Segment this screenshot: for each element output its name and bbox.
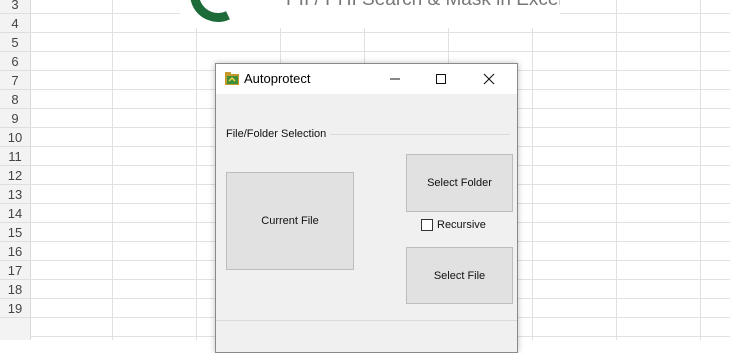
grid-line	[616, 0, 617, 340]
row-header[interactable]: 16	[0, 242, 30, 261]
row-header[interactable]: 5	[0, 33, 30, 52]
row-header[interactable]: 3	[0, 0, 30, 14]
row-header[interactable]: 9	[0, 109, 30, 128]
grid-line	[196, 0, 197, 340]
group-label-file-folder: File/Folder Selection	[226, 128, 327, 140]
row-header[interactable]: 11	[0, 147, 30, 166]
select-folder-button[interactable]: Select Folder	[406, 154, 513, 212]
row-header[interactable]: 10	[0, 128, 30, 147]
current-file-button[interactable]: Current File	[226, 172, 354, 270]
dialog-bottom-divider	[216, 320, 517, 321]
row-header[interactable]: 6	[0, 52, 30, 71]
recursive-label[interactable]: Recursive	[437, 219, 486, 231]
select-file-button[interactable]: Select File	[406, 247, 513, 304]
row-header[interactable]: 14	[0, 204, 30, 223]
grid-line	[532, 0, 533, 340]
row-header[interactable]: 4	[0, 14, 30, 33]
row-header[interactable]: 8	[0, 90, 30, 109]
row-header[interactable]: 19	[0, 299, 30, 318]
group-divider	[330, 134, 510, 135]
row-header[interactable]: 17	[0, 261, 30, 280]
addin-banner: PII / PHI Search & Mask in Excel	[180, 0, 560, 28]
close-icon	[483, 73, 495, 85]
grid-line	[30, 51, 730, 52]
maximize-icon	[436, 74, 446, 84]
autoprotect-app-icon	[225, 72, 239, 85]
row-header[interactable]: 12	[0, 166, 30, 185]
banner-title: PII / PHI Search & Mask in Excel	[286, 0, 560, 11]
row-header[interactable]: 13	[0, 185, 30, 204]
grid-line	[30, 32, 730, 33]
minimize-button[interactable]	[372, 64, 418, 94]
addin-logo-icon	[182, 0, 254, 28]
row-header[interactable]: 15	[0, 223, 30, 242]
row-header[interactable]: 7	[0, 71, 30, 90]
autoprotect-dialog: Autoprotect File/Folder Selection Curren…	[215, 63, 518, 353]
close-button[interactable]	[466, 64, 512, 94]
maximize-button[interactable]	[418, 64, 464, 94]
grid-line	[700, 0, 701, 340]
recursive-checkbox[interactable]	[421, 219, 433, 231]
recursive-option[interactable]: Recursive	[421, 217, 486, 233]
row-headers: 3 4 5 6 7 8 9 10 11 12 13 14 15 16 17 18…	[0, 0, 31, 340]
dialog-titlebar[interactable]: Autoprotect	[216, 64, 517, 94]
row-header[interactable]: 18	[0, 280, 30, 299]
grid-line	[112, 0, 113, 340]
minimize-icon	[390, 78, 400, 80]
dialog-title: Autoprotect	[244, 71, 311, 86]
